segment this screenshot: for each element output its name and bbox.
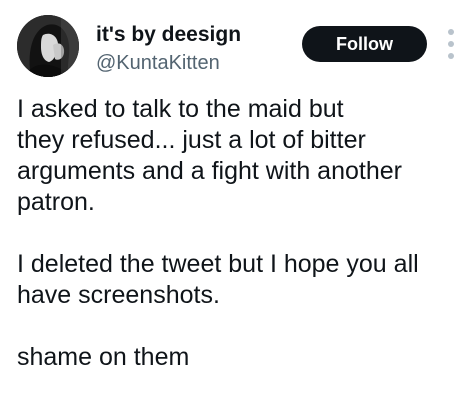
avatar[interactable] [17, 15, 79, 77]
tweet-paragraph: shame on them [17, 343, 190, 371]
profile-photo-icon [17, 15, 79, 77]
dot-icon [448, 53, 454, 59]
tweet-paragraph: I asked to talk to the maid but they ref… [17, 95, 402, 216]
dot-icon [448, 41, 454, 47]
tweet-card: it's by deesign @KuntaKitten Follow I as… [0, 0, 476, 411]
tweet-paragraph: I deleted the tweet but I hope you all h… [17, 250, 419, 309]
user-handle[interactable]: @KuntaKitten [96, 51, 220, 75]
follow-button[interactable]: Follow [302, 26, 427, 62]
dot-icon [448, 29, 454, 35]
display-name[interactable]: it's by deesign [96, 23, 241, 47]
more-options-icon[interactable] [444, 29, 458, 61]
tweet-text: I asked to talk to the maid but they ref… [17, 94, 467, 373]
